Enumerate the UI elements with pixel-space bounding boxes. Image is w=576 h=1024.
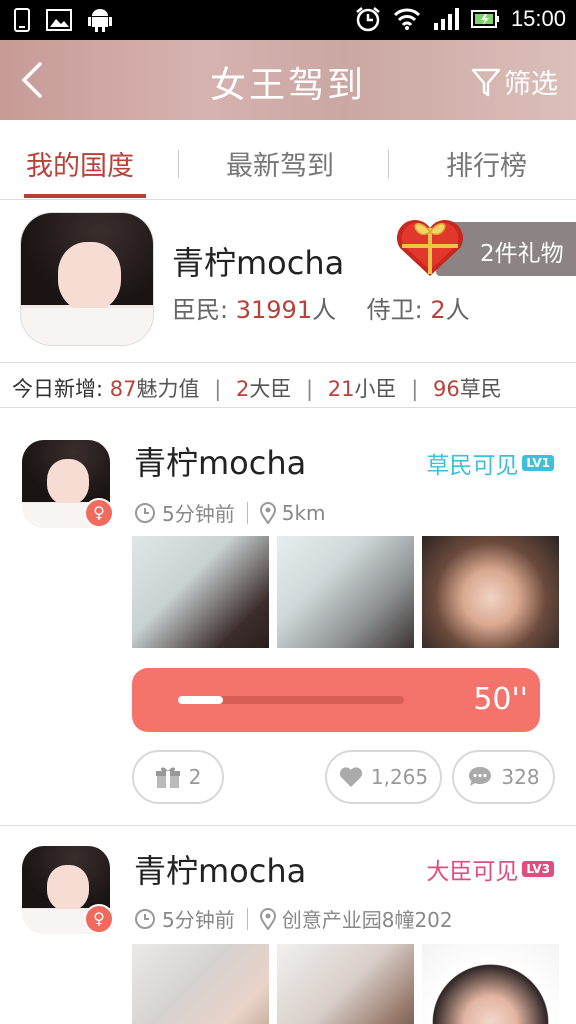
tab-divider	[388, 150, 389, 178]
visibility-label: 草民可见 LV1	[426, 446, 554, 480]
citizens-label: 臣民:	[172, 296, 229, 324]
charm-label: 魅力值	[136, 377, 200, 401]
profile-card: 青柠mocha 臣民: 31991人 侍卫: 2人 2件礼物	[0, 200, 576, 362]
post-photo[interactable]	[422, 536, 559, 648]
tab-divider	[178, 150, 179, 178]
post-meta: 5分钟前 5km	[134, 498, 326, 527]
gift-icon	[155, 767, 180, 788]
post-location: 5km	[281, 500, 326, 525]
comment-bubble-icon	[469, 767, 492, 786]
location-pin-icon	[259, 907, 276, 930]
alarm-icon	[356, 7, 380, 32]
phone-icon	[14, 8, 30, 32]
like-button[interactable]: 1,265	[325, 750, 442, 804]
citizens-count: 31991	[235, 296, 313, 324]
tab-latest[interactable]: 最新驾到	[226, 144, 334, 183]
commoner-value: 96	[432, 377, 460, 401]
avatar[interactable]	[20, 212, 154, 346]
gifts-label: 2件礼物	[480, 241, 564, 267]
post-time: 5分钟前	[162, 502, 235, 526]
visibility-text: 大臣可见	[426, 859, 519, 885]
post-photo[interactable]	[422, 944, 559, 1024]
filter-icon	[471, 68, 501, 96]
post-username: 青柠mocha	[134, 852, 307, 890]
comment-count: 328	[501, 765, 540, 789]
today-new-stats: 今日新增: 87魅力值 | 2大臣 | 21小臣 | 96草民	[0, 362, 576, 408]
visibility-text: 草民可见	[426, 453, 519, 479]
female-gender-icon: ♀	[84, 498, 114, 528]
feed-post: ♀ 青柠mocha 草民可见 LV1 5分钟前 5km 50'' 2 1,265…	[0, 408, 576, 826]
avatar-photo	[21, 213, 153, 345]
citizens-unit: 人	[312, 296, 337, 324]
heart-icon	[339, 767, 362, 787]
post-meta: 5分钟前 创意产业园8幢202	[134, 904, 453, 933]
level-badge: LV3	[522, 861, 554, 877]
feed-post: ♀ 青柠mocha 大臣可见 LV3 5分钟前 创意产业园8幢202	[0, 826, 576, 1024]
app-header: 女王驾到 筛选	[0, 40, 576, 120]
comment-button[interactable]: 328	[452, 750, 555, 804]
battery-icon	[470, 10, 499, 28]
profile-name: 青柠mocha	[172, 244, 345, 282]
female-gender-icon: ♀	[84, 904, 114, 934]
post-photo[interactable]	[132, 536, 269, 648]
post-time: 5分钟前	[162, 908, 235, 932]
guards-label: 侍卫:	[366, 296, 423, 324]
charm-value: 87	[109, 377, 137, 401]
today-label: 今日新增:	[12, 377, 104, 401]
gift-button[interactable]: 2	[132, 750, 224, 804]
clock-icon	[135, 908, 155, 929]
voice-progress-fill	[178, 696, 224, 704]
tab-ranking[interactable]: 排行榜	[446, 144, 527, 183]
voice-progress-track	[178, 696, 404, 704]
android-icon	[88, 9, 112, 32]
post-username: 青柠mocha	[134, 444, 307, 482]
filter-label: 筛选	[504, 69, 558, 100]
profile-stats: 臣民: 31991人 侍卫: 2人	[172, 290, 470, 325]
image-icon	[46, 9, 72, 31]
active-tab-indicator	[24, 194, 146, 198]
voice-duration: 50''	[473, 682, 528, 717]
guards-unit: 人	[445, 296, 470, 324]
level-badge: LV1	[522, 455, 554, 471]
photo-grid	[132, 944, 559, 1024]
photo-grid	[132, 536, 559, 648]
signal-icon	[433, 8, 459, 30]
post-photo[interactable]	[277, 944, 414, 1024]
post-photo[interactable]	[277, 536, 414, 648]
visibility-label: 大臣可见 LV3	[426, 852, 554, 886]
filter-button[interactable]: 筛选	[470, 62, 558, 101]
like-count: 1,265	[370, 765, 429, 789]
voice-message-player[interactable]: 50''	[132, 668, 540, 732]
gift-count: 2	[188, 765, 202, 789]
clock-time: 15:00	[510, 6, 566, 31]
status-bar: 15:00	[0, 0, 576, 40]
officer-label: 小臣	[354, 377, 397, 401]
officer-value: 21	[327, 377, 355, 401]
post-location: 创意产业园8幢202	[281, 908, 453, 932]
clock-icon	[135, 502, 155, 523]
location-pin-icon	[259, 501, 276, 524]
heart-gift-box-icon	[396, 219, 464, 276]
guards-count: 2	[430, 296, 446, 324]
commoner-label: 草民	[459, 377, 502, 401]
wifi-icon	[393, 8, 420, 30]
minister-value: 2	[235, 377, 250, 401]
minister-label: 大臣	[249, 377, 292, 401]
tab-my-domain[interactable]: 我的国度	[26, 144, 134, 183]
post-photo[interactable]	[132, 944, 269, 1024]
tab-bar: 我的国度 最新驾到 排行榜	[0, 120, 576, 200]
